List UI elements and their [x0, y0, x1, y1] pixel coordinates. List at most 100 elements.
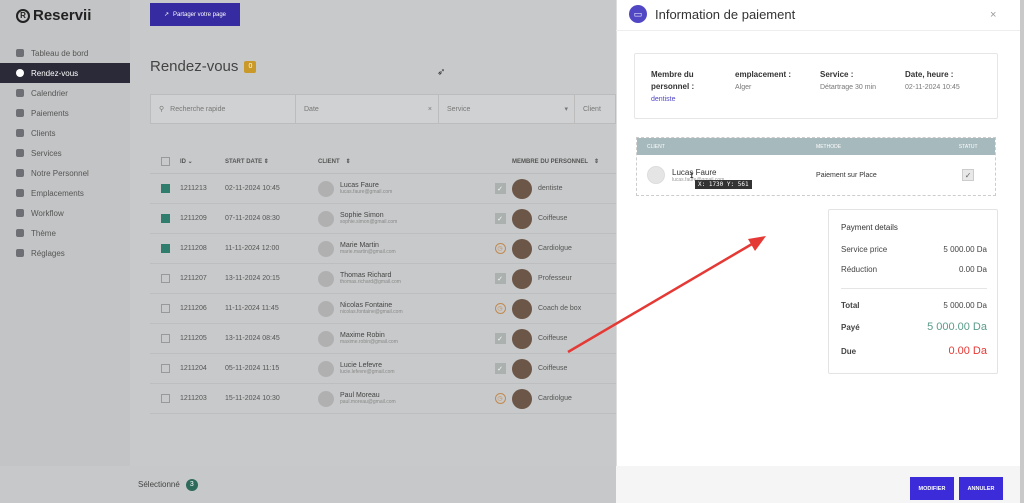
member-avatar	[512, 238, 532, 259]
row-date: 02-11-2024 10:45	[225, 185, 280, 192]
text-cursor-icon: ɪ	[690, 170, 694, 181]
table-row[interactable]: 1211209 07-11-2024 08:30 Sophie Simon sophi…	[150, 204, 616, 234]
row-checkbox[interactable]	[150, 394, 180, 403]
client-filter[interactable]: Client	[575, 95, 601, 123]
row-member: Coiffeuse	[512, 358, 612, 379]
paid-row: Payé 5 000.00 Da	[841, 321, 987, 333]
total-label: Total	[841, 301, 860, 310]
row-member: Cardiolgue	[512, 238, 612, 259]
client-avatar	[318, 210, 334, 227]
sidebar-item-clients[interactable]: Clients	[0, 123, 130, 143]
row-member: dentiste	[512, 178, 612, 199]
column-id[interactable]: ID ⌄	[180, 158, 225, 165]
row-date: 07-11-2024 08:30	[225, 215, 280, 222]
main-content: ↗ Partager votre page Rendez-vous 0 ⚲ Re…	[130, 0, 616, 503]
service-filter-label: Service	[447, 105, 471, 113]
row-status: ◷	[488, 393, 512, 404]
member-avatar	[512, 298, 532, 319]
sidebar-item-label: Tableau de bord	[31, 48, 89, 58]
payment-client-name: Lucas Faure	[672, 167, 717, 177]
member-avatar	[512, 208, 532, 229]
staff-value[interactable]: dentiste	[651, 96, 731, 103]
row-date: 11-11-2024 12:00	[225, 245, 280, 252]
sidebar-item-workflow[interactable]: Workflow	[0, 203, 130, 223]
row-id: 1211208	[180, 245, 207, 252]
sidebar-item-label: Thème	[31, 228, 56, 238]
appointments-count-badge: 0	[244, 60, 257, 73]
table-row[interactable]: 1211207 13-11-2024 20:15 Thomas Richard tho…	[150, 264, 616, 294]
sidebar-item-notre-personnel[interactable]: Notre Personnel	[0, 163, 130, 183]
member-avatar	[512, 328, 532, 349]
sidebar-item-thème[interactable]: Thème	[0, 223, 130, 243]
table-row[interactable]: 1211204 05-11-2024 11:15 Lucie Lefevre luci…	[150, 354, 616, 384]
sidebar-item-rendez-vous[interactable]: Rendez-vous	[0, 63, 130, 83]
sidebar-item-label: Paiements	[31, 108, 69, 118]
datetime-value: 02-11-2024 10:45	[905, 84, 960, 91]
member-name: dentiste	[538, 185, 563, 192]
service-filter[interactable]: Service ▾	[439, 95, 575, 123]
client-email: thomas.richard@gmail.com	[340, 279, 401, 285]
drawer-header: ▭ Information de paiement	[629, 5, 795, 23]
table-row[interactable]: 1211205 13-11-2024 08:45 Maxime Robin maxim…	[150, 324, 616, 354]
date-filter[interactable]: Date ×	[296, 95, 439, 123]
drawer-scrollbar[interactable]	[1016, 0, 1020, 503]
column-start-date[interactable]: START DATE ⇕	[225, 158, 318, 165]
row-checkbox[interactable]	[150, 244, 180, 253]
payment-status: ✓	[941, 169, 995, 181]
modify-button[interactable]: MODIFIER	[910, 477, 954, 500]
sidebar-item-label: Calendrier	[31, 88, 68, 98]
table-row[interactable]: 1211206 11-11-2024 11:45 Nicolas Fontaine n…	[150, 294, 616, 324]
share-page-button[interactable]: ↗ Partager votre page	[150, 3, 240, 26]
sidebar-item-réglages[interactable]: Réglages	[0, 243, 130, 263]
row-status: ◷	[488, 243, 512, 254]
sidebar-item-calendrier[interactable]: Calendrier	[0, 83, 130, 103]
payments-icon	[16, 109, 24, 117]
sidebar-item-paiements[interactable]: Paiements	[0, 103, 130, 123]
close-icon[interactable]: ×	[990, 9, 996, 21]
row-checkbox[interactable]	[150, 214, 180, 223]
total-value: 5 000.00 Da	[943, 301, 987, 310]
member-name: Coiffeuse	[538, 215, 568, 222]
app-logo[interactable]: R Reservii	[16, 7, 91, 24]
row-status: ◷	[488, 303, 512, 314]
payments-table-header: CLIENT METHODE STATUT	[637, 138, 995, 155]
sidebar-item-tableau-de-bord[interactable]: Tableau de bord	[0, 43, 130, 63]
date-clear-icon[interactable]: ×	[428, 106, 432, 113]
logo-icon: R	[16, 8, 30, 23]
member-avatar	[512, 358, 532, 379]
location-value: Alger	[735, 84, 752, 91]
table-row[interactable]: 1211208 11-11-2024 12:00 Marie Martin marie…	[150, 234, 616, 264]
client-avatar	[318, 300, 334, 317]
client-avatar	[647, 166, 665, 184]
page-title: Rendez-vous 0	[150, 58, 257, 75]
select-all-checkbox[interactable]	[150, 157, 180, 166]
sidebar-item-services[interactable]: Services	[0, 143, 130, 163]
client-name: Paul Moreau	[340, 392, 380, 399]
row-id: 1211209	[180, 215, 207, 222]
status-check-icon: ✓	[494, 333, 506, 344]
cancel-button[interactable]: ANNULER	[959, 477, 1003, 500]
sidebar-item-emplacements[interactable]: Emplacements	[0, 183, 130, 203]
search-input[interactable]: ⚲ Recherche rapide	[151, 95, 296, 123]
sidebar-item-label: Workflow	[31, 208, 64, 218]
client-name: Marie Martin	[340, 242, 379, 249]
row-checkbox[interactable]	[150, 334, 180, 343]
table-row[interactable]: 1211213 02-11-2024 10:45 Lucas Faure lucas.…	[150, 174, 616, 204]
row-id: 1211204	[180, 365, 207, 372]
row-checkbox[interactable]	[150, 304, 180, 313]
status-check-icon[interactable]: ✓	[962, 169, 975, 181]
status-check-icon: ✓	[494, 183, 506, 194]
payment-method: Paiement sur Place	[816, 171, 877, 179]
table-row[interactable]: 1211203 15-11-2024 10:30 Paul Moreau paul.m…	[150, 384, 616, 414]
row-checkbox[interactable]	[150, 184, 180, 193]
row-checkbox[interactable]	[150, 274, 180, 283]
client-avatar	[318, 180, 334, 197]
column-client[interactable]: CLIENT ⇕	[318, 158, 512, 166]
settings-icon	[16, 249, 24, 257]
row-checkbox[interactable]	[150, 364, 180, 373]
payment-details-card: Payment details Service price 5 000.00 D…	[828, 209, 998, 374]
row-member: Professeur	[512, 268, 612, 289]
reduction-row: Réduction 0.00 Da	[841, 265, 987, 274]
column-member[interactable]: MEMBRE DU PERSONNEL ⇕	[512, 158, 612, 166]
sidebar-item-label: Réglages	[31, 248, 65, 258]
